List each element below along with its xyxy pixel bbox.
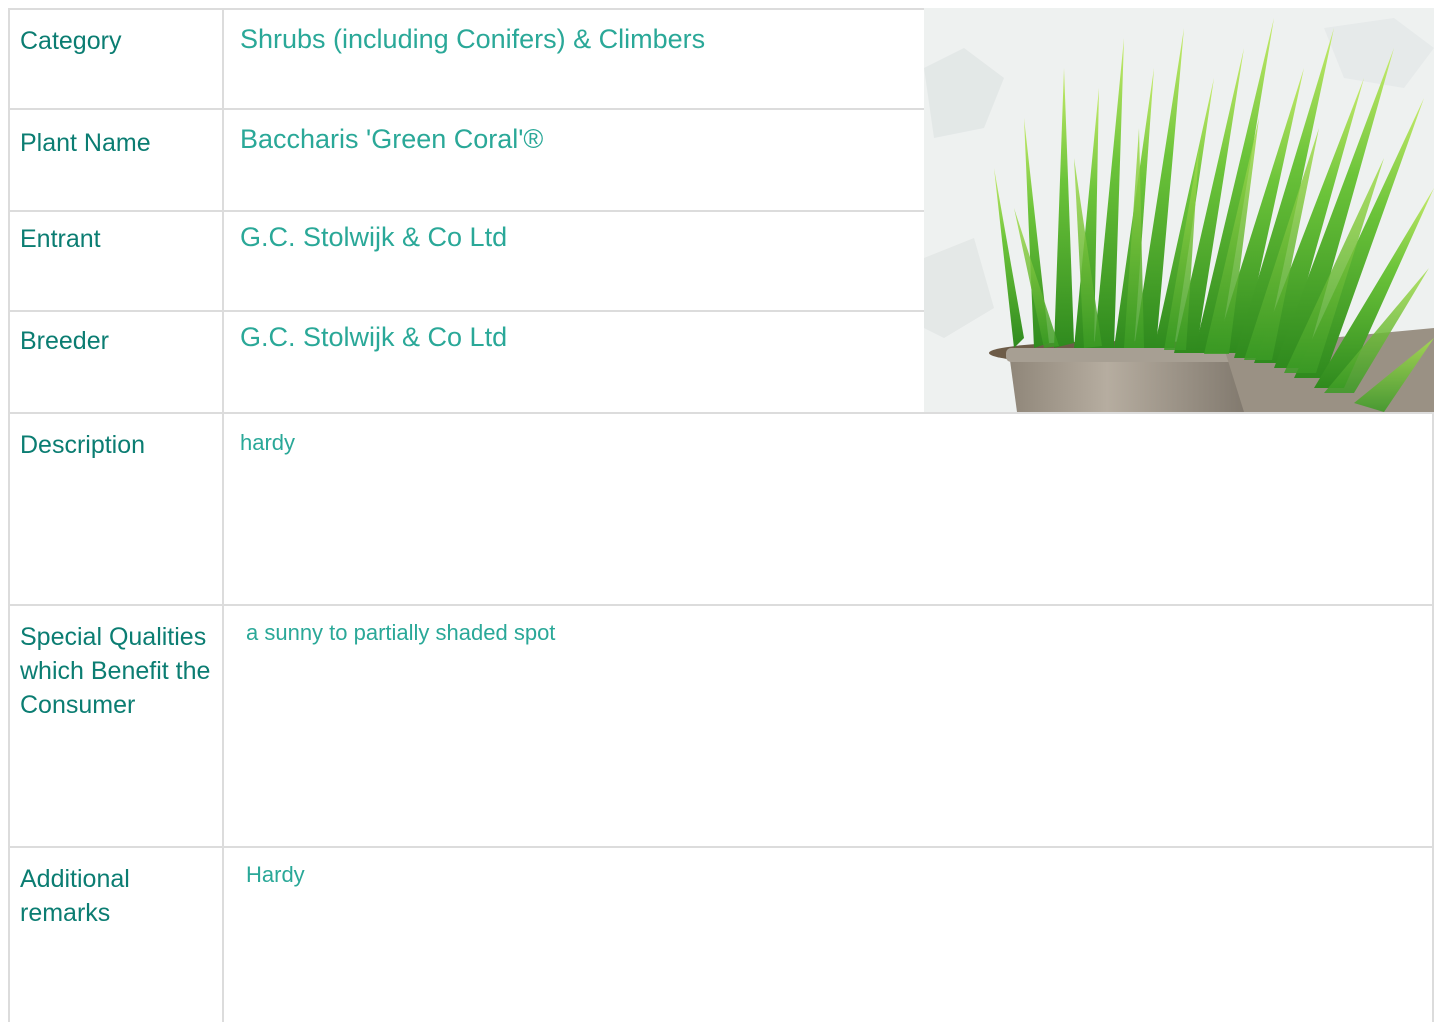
additional-remarks-label: Additional remarks (10, 848, 224, 1022)
plant-photo (924, 8, 1434, 412)
row-entrant: Entrant G.C. Stolwijk & Co Ltd (8, 210, 924, 310)
description-value: hardy (240, 430, 296, 455)
description-label: Description (10, 414, 224, 604)
plant-name-value: Baccharis 'Green Coral'® (240, 124, 544, 154)
breeder-label: Breeder (10, 312, 224, 412)
special-qualities-label: Special Qualities which Benefit the Cons… (10, 606, 224, 846)
plant-entry-table: Category Shrubs (including Conifers) & C… (8, 8, 1434, 1022)
row-special-qualities: Special Qualities which Benefit the Cons… (8, 604, 1434, 846)
special-qualities-value: a sunny to partially shaded spot (246, 620, 556, 645)
category-value: Shrubs (including Conifers) & Climbers (240, 24, 706, 54)
row-category: Category Shrubs (including Conifers) & C… (8, 8, 924, 108)
entrant-label: Entrant (10, 212, 224, 310)
breeder-value: G.C. Stolwijk & Co Ltd (240, 322, 508, 352)
row-description: Description hardy (8, 412, 1434, 604)
row-additional-remarks: Additional remarks Hardy (8, 846, 1434, 1022)
plant-name-label: Plant Name (10, 110, 224, 210)
row-plant-name: Plant Name Baccharis 'Green Coral'® (8, 108, 924, 210)
entrant-value: G.C. Stolwijk & Co Ltd (240, 222, 508, 252)
plant-photo-image (924, 8, 1434, 412)
additional-remarks-value: Hardy (246, 862, 305, 887)
category-label: Category (10, 10, 224, 108)
row-breeder: Breeder G.C. Stolwijk & Co Ltd (8, 310, 924, 412)
